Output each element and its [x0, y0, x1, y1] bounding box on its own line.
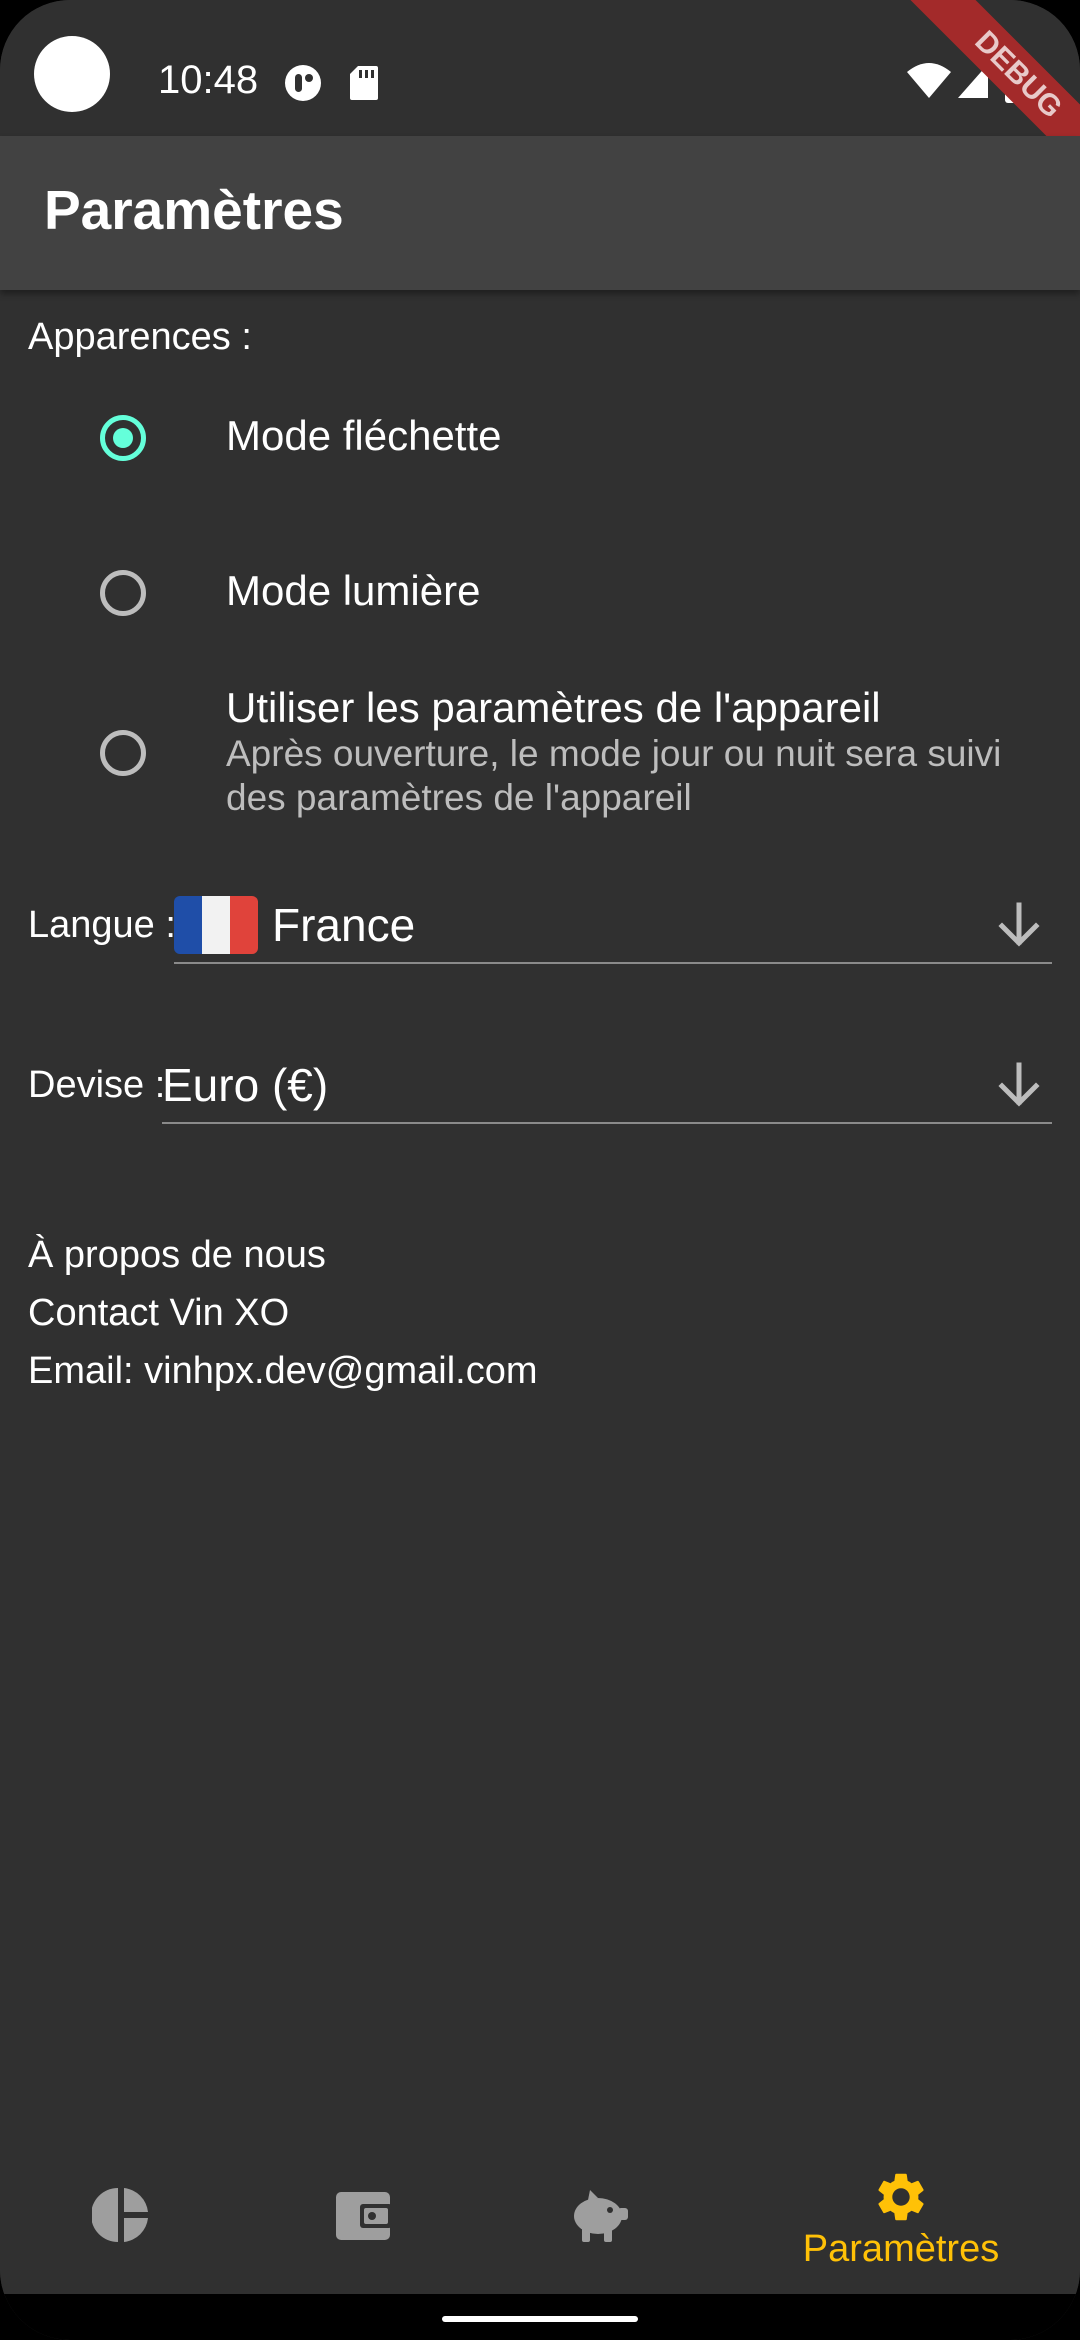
language-dropdown[interactable]: France	[174, 892, 1052, 964]
status-time: 10:48	[158, 58, 259, 102]
currency-label: Devise :	[28, 1064, 166, 1106]
radio-option-label: Utiliser les paramètres de l'appareil	[226, 684, 881, 731]
app-bar: Paramètres	[0, 136, 1080, 290]
bottom-navigation: Paramètres	[0, 2140, 1080, 2294]
piggy-bank-icon	[574, 2190, 628, 2242]
currency-value: Euro (€)	[162, 1059, 329, 1111]
wifi-icon	[907, 63, 951, 98]
currency-dropdown[interactable]: Euro (€)	[162, 1052, 1052, 1124]
page-title: Paramètres	[44, 179, 344, 241]
camera-cutout	[34, 36, 110, 112]
radio-option-description: Après ouverture, le mode jour ou nuit se…	[226, 733, 1002, 818]
radio-button[interactable]	[100, 570, 146, 616]
radio-option-light-mode[interactable]: Mode lumière	[0, 555, 1080, 635]
contact-text: Contact Vin XO	[28, 1292, 290, 1334]
radio-option-label: Mode fléchette	[226, 412, 502, 459]
language-label: Langue :	[28, 904, 176, 946]
pie-chart-icon	[92, 2188, 148, 2242]
radio-button[interactable]	[100, 730, 146, 776]
arrow-down-icon	[998, 1062, 1040, 1107]
about-title: À propos de nous	[28, 1234, 326, 1276]
appearance-label: Apparences :	[28, 316, 252, 358]
language-value: France	[272, 899, 416, 951]
radio-button-selected[interactable]	[100, 415, 146, 461]
assistant-icon	[285, 65, 321, 101]
nav-item-wallet[interactable]	[270, 2140, 540, 2294]
nav-item-statistics[interactable]	[0, 2140, 270, 2294]
gesture-area	[0, 2294, 1080, 2340]
wallet-icon	[336, 2192, 392, 2240]
radio-option-dark-mode[interactable]: Mode fléchette	[0, 400, 1080, 480]
email-text[interactable]: Email: vinhpx.dev@gmail.com	[28, 1350, 538, 1393]
home-gesture-bar[interactable]	[442, 2316, 638, 2322]
arrow-down-icon	[998, 902, 1040, 947]
radio-option-system-mode[interactable]: Utiliser les paramètres de l'appareil Ap…	[0, 680, 1080, 830]
france-flag-icon	[174, 896, 258, 954]
device-screen: 10:48 DEBUG Paramètres Apparences : Mode…	[0, 0, 1080, 2340]
radio-option-label: Mode lumière	[226, 567, 481, 614]
nav-item-settings[interactable]: Paramètres	[766, 2140, 1036, 2294]
gear-icon	[878, 2173, 924, 2221]
sd-card-icon	[350, 66, 378, 100]
nav-label-settings: Paramètres	[802, 2228, 1000, 2270]
status-bar: 10:48 DEBUG	[0, 0, 1080, 198]
